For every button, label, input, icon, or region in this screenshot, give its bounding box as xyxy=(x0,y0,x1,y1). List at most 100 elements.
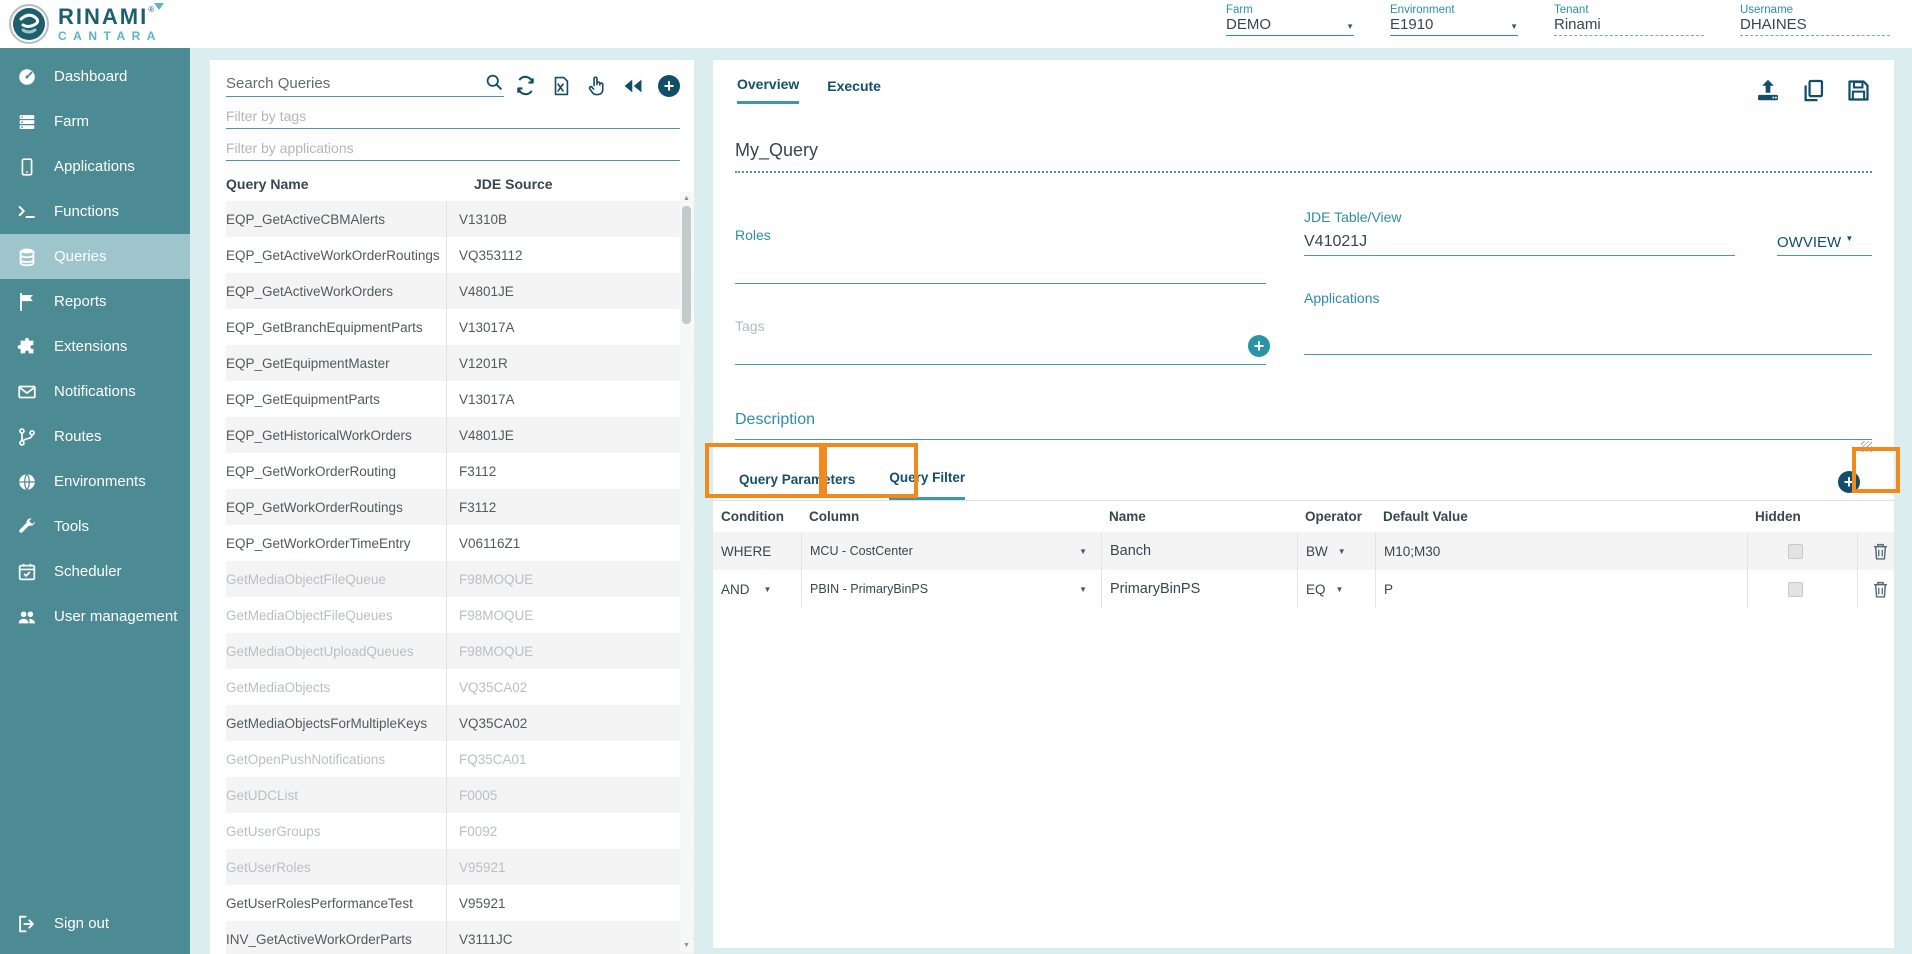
scrollbar-thumb[interactable] xyxy=(682,206,691,324)
column-select[interactable]: PBIN - PrimaryBinPS▼ xyxy=(801,570,1101,608)
query-list-row[interactable]: GetUserGroups F0092 xyxy=(226,813,694,849)
chevron-down-icon: ▼ xyxy=(1079,547,1087,556)
query-list-row[interactable]: GetMediaObjectUploadQueues F98MOQUE xyxy=(226,633,694,669)
sidebar-item-queries[interactable]: Queries xyxy=(0,234,190,279)
add-tag-icon[interactable]: + xyxy=(1248,335,1270,357)
hand-pointer-icon[interactable] xyxy=(585,74,608,97)
query-list-row[interactable]: GetUserRoles V95921 xyxy=(226,849,694,885)
query-list-row[interactable]: GetMediaObjects VQ35CA02 xyxy=(226,669,694,705)
default-value-cell[interactable]: M10;M30 xyxy=(1375,532,1747,570)
query-list-row[interactable]: INV_GetActiveWorkOrderParts V3111JC xyxy=(226,921,694,954)
applications-label: Applications xyxy=(1304,290,1872,306)
sidebar-item-environments[interactable]: Environments xyxy=(0,459,190,504)
tab-execute[interactable]: Execute xyxy=(827,78,881,103)
sidebar-item-user-management[interactable]: User management xyxy=(0,594,190,639)
query-list-row[interactable]: GetUserRolesPerformanceTest V95921 xyxy=(226,885,694,921)
description-label: Description xyxy=(735,411,1872,429)
scroll-up-icon[interactable]: ▲ xyxy=(680,195,693,202)
query-list-row[interactable]: GetMediaObjectsForMultipleKeys VQ35CA02 xyxy=(226,705,694,741)
query-list-row[interactable]: EQP_GetWorkOrderTimeEntry V06116Z1 xyxy=(226,525,694,561)
upload-icon[interactable] xyxy=(1754,76,1782,104)
tab-query-filter[interactable]: Query Filter xyxy=(889,470,965,500)
sidebar-item-extensions[interactable]: Extensions xyxy=(0,324,190,369)
sidebar-item-label: Routes xyxy=(54,428,102,445)
query-name-cell: GetOpenPushNotifications xyxy=(226,752,446,767)
query-name-column-header: Query Name xyxy=(226,176,462,192)
query-name-input[interactable]: My_Query xyxy=(735,140,1872,173)
query-list-scrollbar[interactable]: ▲ ▼ xyxy=(680,192,693,952)
filter-by-applications-input[interactable]: Filter by applications xyxy=(226,135,680,161)
sidebar-item-applications[interactable]: Applications xyxy=(0,144,190,189)
delete-row-button[interactable] xyxy=(1857,570,1894,608)
query-list-row[interactable]: EQP_GetActiveWorkOrderRoutings VQ353112 xyxy=(226,237,694,273)
query-list-row[interactable]: EQP_GetEquipmentParts V13017A xyxy=(226,381,694,417)
tab-overview[interactable]: Overview xyxy=(737,76,799,104)
delete-row-button[interactable] xyxy=(1857,532,1894,570)
query-list-row[interactable]: EQP_GetBranchEquipmentParts V13017A xyxy=(226,309,694,345)
sidebar-item-functions[interactable]: Functions xyxy=(0,189,190,234)
sidebar-item-sign-out[interactable]: Sign out xyxy=(0,901,190,946)
default-value-cell[interactable]: P xyxy=(1375,570,1747,608)
farm-select[interactable]: Farm DEMO ▼ xyxy=(1226,4,1354,36)
query-list-row[interactable]: EQP_GetActiveCBMAlerts V1310B xyxy=(226,201,694,237)
sidebar-item-dashboard[interactable]: Dashboard xyxy=(0,54,190,99)
roles-field[interactable]: Roles xyxy=(735,227,1266,284)
chevron-down-icon: ▼ xyxy=(1079,585,1087,594)
description-field[interactable]: Description xyxy=(735,411,1872,440)
sidebar-item-farm[interactable]: Farm xyxy=(0,99,190,144)
sidebar-item-notifications[interactable]: Notifications xyxy=(0,369,190,414)
jde-source-cell: V95921 xyxy=(446,885,694,921)
query-list-row[interactable]: EQP_GetWorkOrderRoutings F3112 xyxy=(226,489,694,525)
scroll-down-icon[interactable]: ▼ xyxy=(680,942,693,949)
save-icon[interactable] xyxy=(1845,77,1872,104)
copy-icon[interactable] xyxy=(1800,77,1827,104)
filter-row: AND▼ PBIN - PrimaryBinPS▼ PrimaryBinPS E… xyxy=(713,570,1894,608)
condition-column-header: Condition xyxy=(713,509,801,524)
condition-cell[interactable]: AND▼ xyxy=(713,570,801,608)
name-cell[interactable]: PrimaryBinPS xyxy=(1101,570,1297,608)
hidden-checkbox[interactable] xyxy=(1788,544,1803,559)
jde-source-cell: V13017A xyxy=(446,381,694,417)
query-list-row[interactable]: EQP_GetHistoricalWorkOrders V4801JE xyxy=(226,417,694,453)
jde-table-value[interactable]: V41021J xyxy=(1304,233,1735,255)
excel-export-icon[interactable] xyxy=(550,75,572,97)
query-list-row[interactable]: GetMediaObjectFileQueue F98MOQUE xyxy=(226,561,694,597)
jde-table-field[interactable]: JDE Table/View V41021J xyxy=(1304,199,1735,256)
resize-grip-icon[interactable] xyxy=(1861,441,1872,452)
filter-by-tags-input[interactable]: Filter by tags xyxy=(226,103,680,129)
condition-cell[interactable]: WHERE▼ xyxy=(713,532,801,570)
column-select[interactable]: MCU - CostCenter▼ xyxy=(801,532,1101,570)
query-list-row[interactable]: GetUDCList F0005 xyxy=(226,777,694,813)
applications-field[interactable]: Applications xyxy=(1304,290,1872,355)
jde-source-cell: F3112 xyxy=(446,453,694,489)
query-list-row[interactable]: EQP_GetEquipmentMaster V1201R xyxy=(226,345,694,381)
add-query-icon[interactable]: + xyxy=(658,75,680,97)
search-icon[interactable] xyxy=(484,72,504,92)
sidebar-item-routes[interactable]: Routes xyxy=(0,414,190,459)
query-list-row[interactable]: EQP_GetWorkOrderRouting F3112 xyxy=(226,453,694,489)
operator-select[interactable]: BW▼ xyxy=(1297,532,1375,570)
refresh-icon[interactable] xyxy=(514,74,537,97)
query-list-row[interactable]: EQP_GetActiveWorkOrders V4801JE xyxy=(226,273,694,309)
name-value: PrimaryBinPS xyxy=(1110,581,1200,597)
add-filter-icon[interactable]: + xyxy=(1838,471,1860,493)
sidebar-item-reports[interactable]: Reports xyxy=(0,279,190,324)
query-list-row[interactable]: GetMediaObjectFileQueues F98MOQUE xyxy=(226,597,694,633)
tags-field[interactable]: Tags + xyxy=(735,318,1266,365)
operator-select[interactable]: EQ▼ xyxy=(1297,570,1375,608)
jde-view-select[interactable]: OWVIEW ▼ xyxy=(1777,234,1872,256)
search-input[interactable]: Search Queries xyxy=(226,72,504,97)
sidebar-item-tools[interactable]: Tools xyxy=(0,504,190,549)
chevron-down-icon: ▼ xyxy=(1336,585,1344,594)
routes-icon xyxy=(16,426,38,448)
environment-select[interactable]: Environment E1910 ▼ xyxy=(1390,4,1518,36)
query-list-row[interactable]: GetOpenPushNotifications FQ35CA01 xyxy=(226,741,694,777)
rewind-icon[interactable] xyxy=(621,75,645,97)
hidden-checkbox[interactable] xyxy=(1788,582,1803,597)
tab-query-parameters[interactable]: Query Parameters xyxy=(739,472,855,499)
query-name-cell: EQP_GetHistoricalWorkOrders xyxy=(226,428,446,443)
query-name-cell: GetUserGroups xyxy=(226,824,446,839)
name-cell[interactable]: Banch xyxy=(1101,532,1297,570)
sidebar-item-scheduler[interactable]: Scheduler xyxy=(0,549,190,594)
sidebar: Dashboard Farm Applications Functions Qu… xyxy=(0,48,190,954)
